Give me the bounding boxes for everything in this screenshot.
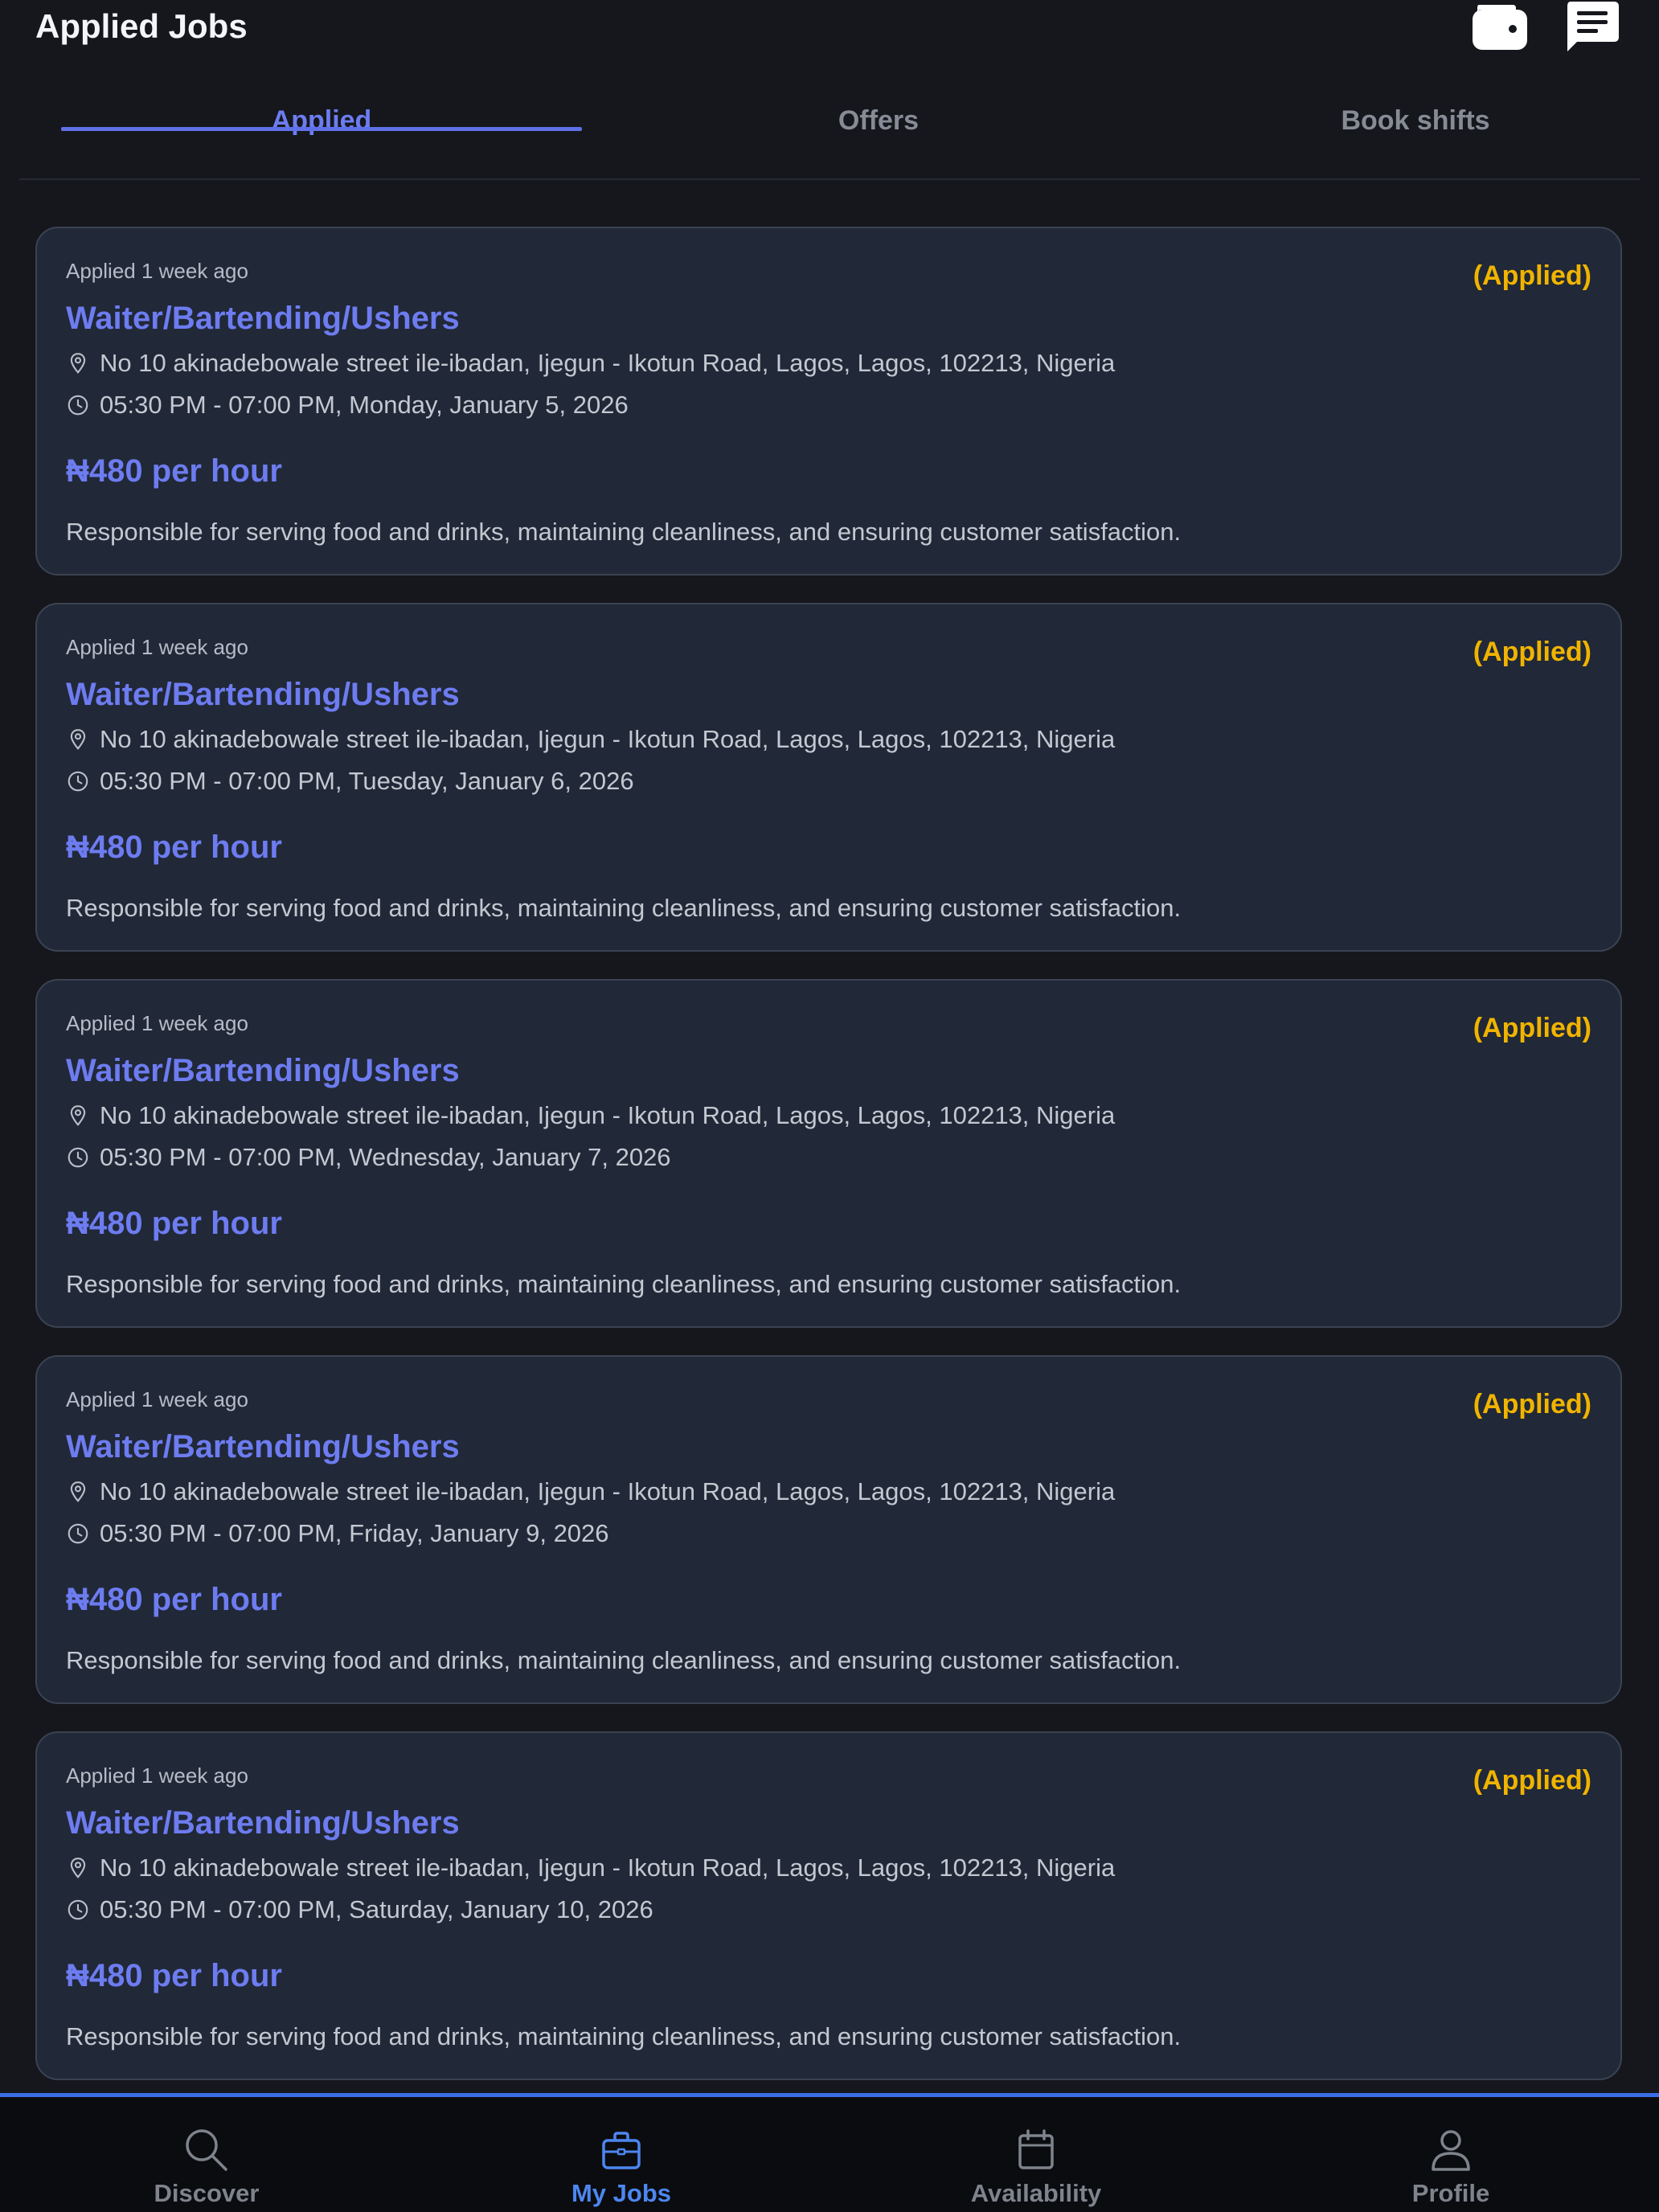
page-title: Applied Jobs bbox=[35, 7, 248, 45]
status-badge: (Applied) bbox=[1473, 1765, 1591, 1796]
status-badge: (Applied) bbox=[1473, 260, 1591, 291]
status-badge: (Applied) bbox=[1473, 637, 1591, 667]
schedule-text: 05:30 PM - 07:00 PM, Wednesday, January … bbox=[100, 1143, 671, 1171]
tab-book-shifts[interactable]: Book shifts bbox=[1153, 96, 1659, 145]
nav-label: Discover bbox=[154, 2179, 260, 2207]
wallet-icon[interactable] bbox=[1471, 0, 1529, 51]
job-address: No 10 akinadebowale street ile-ibadan, I… bbox=[66, 349, 1115, 378]
job-title: Waiter/Bartending/Ushers bbox=[66, 1805, 460, 1841]
job-title: Waiter/Bartending/Ushers bbox=[66, 677, 460, 712]
job-card[interactable]: Applied 1 week ago (Applied) Waiter/Bart… bbox=[35, 979, 1622, 1328]
calendar-icon bbox=[1018, 2129, 1054, 2169]
tab-label: Offers bbox=[838, 104, 920, 136]
nav-label: Availability bbox=[970, 2179, 1102, 2207]
job-schedule: 05:30 PM - 07:00 PM, Saturday, January 1… bbox=[66, 1895, 653, 1924]
job-card[interactable]: Applied 1 week ago (Applied) Waiter/Bart… bbox=[35, 227, 1622, 576]
location-pin-icon bbox=[70, 729, 86, 750]
nav-my-jobs[interactable]: My Jobs bbox=[525, 2126, 718, 2208]
job-schedule: 05:30 PM - 07:00 PM, Monday, January 5, … bbox=[66, 391, 629, 420]
location-pin-icon bbox=[70, 1481, 86, 1502]
pay-rate: ₦480 per hour bbox=[66, 453, 282, 489]
tab-label: Applied bbox=[271, 104, 372, 136]
job-card[interactable]: Applied 1 week ago (Applied) Waiter/Bart… bbox=[35, 603, 1622, 952]
applied-time: Applied 1 week ago bbox=[66, 259, 248, 283]
schedule-text: 05:30 PM - 07:00 PM, Saturday, January 1… bbox=[100, 1895, 653, 1923]
clock-icon bbox=[68, 395, 88, 416]
schedule-text: 05:30 PM - 07:00 PM, Tuesday, January 6,… bbox=[100, 767, 634, 795]
address-text: No 10 akinadebowale street ile-ibadan, I… bbox=[100, 1477, 1116, 1505]
nav-discover[interactable]: Discover bbox=[110, 2126, 303, 2208]
status-badge: (Applied) bbox=[1473, 1013, 1591, 1043]
job-address: No 10 akinadebowale street ile-ibadan, I… bbox=[66, 1854, 1115, 1882]
location-pin-icon bbox=[70, 353, 86, 374]
pay-rate: ₦480 per hour bbox=[66, 830, 282, 865]
pay-rate: ₦480 per hour bbox=[66, 1958, 282, 1993]
user-icon bbox=[1432, 2130, 1470, 2171]
job-description: Responsible for serving food and drinks,… bbox=[66, 518, 1182, 546]
message-icon[interactable] bbox=[1564, 0, 1620, 53]
address-text: No 10 akinadebowale street ile-ibadan, I… bbox=[100, 349, 1116, 377]
applied-time: Applied 1 week ago bbox=[66, 1763, 248, 1788]
tab-active-indicator bbox=[61, 127, 582, 131]
schedule-text: 05:30 PM - 07:00 PM, Monday, January 5, … bbox=[100, 391, 629, 419]
job-description: Responsible for serving food and drinks,… bbox=[66, 1646, 1182, 1674]
tab-bar: Applied Offers Book shifts bbox=[19, 74, 1640, 180]
applied-time: Applied 1 week ago bbox=[66, 635, 248, 659]
address-text: No 10 akinadebowale street ile-ibadan, I… bbox=[100, 1101, 1116, 1129]
search-icon bbox=[186, 2129, 227, 2171]
job-schedule: 05:30 PM - 07:00 PM, Tuesday, January 6,… bbox=[66, 767, 634, 796]
address-text: No 10 akinadebowale street ile-ibadan, I… bbox=[100, 725, 1116, 753]
clock-icon bbox=[68, 1899, 88, 1920]
job-title: Waiter/Bartending/Ushers bbox=[66, 301, 460, 336]
app-header: Applied Jobs bbox=[0, 0, 1659, 56]
job-address: No 10 akinadebowale street ile-ibadan, I… bbox=[66, 725, 1115, 754]
schedule-text: 05:30 PM - 07:00 PM, Friday, January 9, … bbox=[100, 1519, 609, 1547]
briefcase-icon bbox=[602, 2132, 641, 2169]
location-pin-icon bbox=[70, 1105, 86, 1126]
job-address: No 10 akinadebowale street ile-ibadan, I… bbox=[66, 1477, 1115, 1506]
job-schedule: 05:30 PM - 07:00 PM, Wednesday, January … bbox=[66, 1143, 671, 1172]
clock-icon bbox=[68, 1523, 88, 1544]
job-description: Responsible for serving food and drinks,… bbox=[66, 894, 1182, 922]
job-title: Waiter/Bartending/Ushers bbox=[66, 1429, 460, 1464]
clock-icon bbox=[68, 771, 88, 792]
location-pin-icon bbox=[70, 1858, 86, 1878]
job-address: No 10 akinadebowale street ile-ibadan, I… bbox=[66, 1101, 1115, 1130]
nav-label: My Jobs bbox=[571, 2179, 672, 2207]
nav-label: Profile bbox=[1411, 2179, 1490, 2207]
clock-icon bbox=[68, 1147, 88, 1168]
address-text: No 10 akinadebowale street ile-ibadan, I… bbox=[100, 1854, 1116, 1882]
nav-availability[interactable]: Availability bbox=[940, 2126, 1133, 2208]
job-description: Responsible for serving food and drinks,… bbox=[66, 2022, 1182, 2050]
tab-label: Book shifts bbox=[1341, 104, 1490, 136]
tab-applied[interactable]: Applied bbox=[61, 96, 582, 145]
job-card[interactable]: Applied 1 week ago (Applied) Waiter/Bart… bbox=[35, 1355, 1622, 1704]
job-title: Waiter/Bartending/Ushers bbox=[66, 1053, 460, 1088]
applied-time: Applied 1 week ago bbox=[66, 1011, 248, 1035]
status-badge: (Applied) bbox=[1473, 1389, 1591, 1419]
pay-rate: ₦480 per hour bbox=[66, 1206, 282, 1241]
bottom-nav: Discover My Jobs Availability Profile bbox=[0, 2093, 1659, 2212]
job-description: Responsible for serving food and drinks,… bbox=[66, 1270, 1182, 1298]
job-schedule: 05:30 PM - 07:00 PM, Friday, January 9, … bbox=[66, 1519, 609, 1548]
nav-profile[interactable]: Profile bbox=[1354, 2126, 1547, 2208]
tab-offers[interactable]: Offers bbox=[616, 96, 1141, 145]
pay-rate: ₦480 per hour bbox=[66, 1582, 282, 1617]
applied-time: Applied 1 week ago bbox=[66, 1387, 248, 1411]
job-card[interactable]: Applied 1 week ago (Applied) Waiter/Bart… bbox=[35, 1731, 1622, 2080]
